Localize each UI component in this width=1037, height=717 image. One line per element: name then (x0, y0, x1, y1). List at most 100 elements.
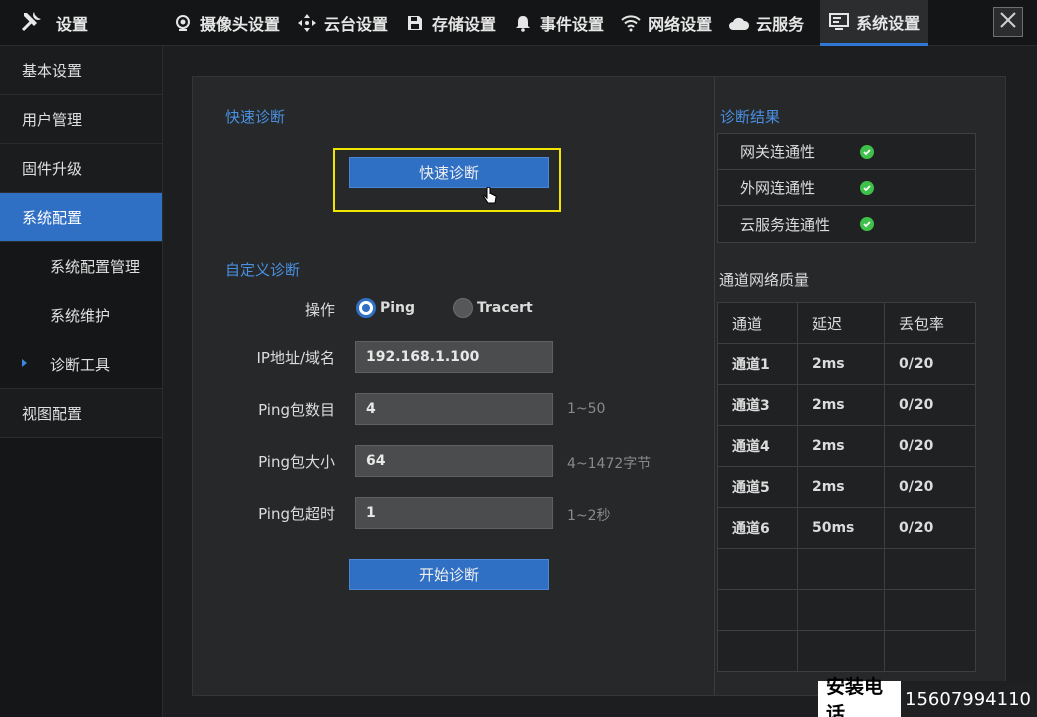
sidebar-item-label: 视图配置 (22, 404, 83, 423)
tab-cloud-label: 云服务 (756, 15, 805, 34)
quick-diagnosis-button[interactable]: 快速诊断 (349, 157, 549, 188)
camera-icon (172, 12, 194, 34)
size-label: Ping包大小 (258, 453, 335, 471)
table-cell: 0/20 (884, 425, 976, 467)
table-row: 通道3 2ms 0/20 (717, 384, 976, 426)
sidebar-item-label: 系统配置 (22, 208, 83, 227)
size-input[interactable]: 64 (355, 445, 553, 477)
table-cell (884, 589, 976, 631)
table-row: 通道1 2ms 0/20 (717, 343, 976, 385)
table-cell (717, 548, 798, 590)
monitor-icon (828, 11, 850, 33)
table-cell (884, 548, 976, 590)
timeout-hint: 1~2秒 (567, 508, 611, 524)
start-diagnosis-button[interactable]: 开始诊断 (349, 559, 549, 590)
count-input[interactable]: 4 (355, 393, 553, 425)
tab-cloud[interactable]: 云服务 (728, 0, 812, 46)
operation-label: 操作 (304, 301, 335, 319)
size-hint: 4~1472字节 (567, 456, 652, 472)
count-label: Ping包数目 (258, 401, 335, 419)
sidebar-item-label: 系统维护 (50, 307, 111, 325)
check-icon (860, 144, 874, 159)
table-cell: 通道1 (717, 343, 798, 385)
sidebar-item-diagnostics[interactable]: 诊断工具 (0, 340, 162, 389)
tab-system-label: 系统设置 (856, 13, 921, 33)
radio-ping[interactable]: Ping (356, 298, 415, 318)
sidebar-item-maintenance[interactable]: 系统维护 (0, 291, 162, 340)
wifi-icon (620, 12, 642, 34)
top-nav: 摄像头设置 云台设置 存储设置 事件设置 网络设置 云服务 系统设置 (172, 0, 936, 46)
table-cell: 通道3 (717, 384, 798, 426)
tab-storage[interactable]: 存储设置 (404, 0, 504, 46)
sidebar-item-config-manage[interactable]: 系统配置管理 (0, 242, 162, 291)
top-bar: 设置 摄像头设置 云台设置 存储设置 事件设置 网络设置 云服务 系统设置 (0, 0, 1037, 46)
main-content: 快速诊断 快速诊断 自定义诊断 操作 Ping Tracert IP地址/域名 … (164, 47, 1037, 717)
sidebar-item-label: 系统配置管理 (50, 258, 141, 276)
table-cell: 50ms (796, 507, 886, 549)
sidebar: 基本设置 用户管理 固件升级 系统配置 系统配置管理 系统维护 诊断工具 视图配… (0, 46, 163, 717)
channel-quality-title: 通道网络质量 (719, 271, 810, 289)
tab-system[interactable]: 系统设置 (820, 0, 929, 46)
ip-label: IP地址/域名 (256, 349, 335, 367)
table-row: 通道5 2ms 0/20 (717, 466, 976, 508)
table-cell: 0/20 (884, 507, 976, 549)
sidebar-item-label: 诊断工具 (50, 355, 111, 374)
sidebar-item-label: 固件升级 (22, 159, 83, 178)
table-row (717, 589, 976, 631)
table-header-row: 通道 延迟 丢包率 (717, 302, 976, 344)
settings-brand: 设置 (20, 10, 88, 36)
install-phone-banner: 安装电话 15607994110 (818, 676, 1037, 717)
table-row: 通道4 2ms 0/20 (717, 425, 976, 467)
sidebar-item-view-config[interactable]: 视图配置 (0, 389, 162, 438)
close-button[interactable] (993, 7, 1023, 37)
column-header: 通道 (717, 302, 798, 344)
result-row-gateway: 网关连通性 (718, 134, 975, 170)
tools-icon (20, 9, 56, 37)
timeout-input[interactable]: 1 (355, 497, 553, 529)
table-cell (717, 589, 798, 631)
result-label: 云服务连通性 (740, 215, 831, 234)
close-icon (999, 11, 1017, 33)
table-cell: 0/20 (884, 343, 976, 385)
table-cell (796, 548, 886, 590)
phone-label: 安装电话 (818, 676, 902, 717)
hand-cursor-icon (482, 186, 498, 211)
table-cell (796, 589, 886, 631)
check-icon (860, 180, 874, 195)
table-cell: 通道5 (717, 466, 798, 508)
table-cell: 2ms (796, 425, 886, 467)
table-cell: 通道4 (717, 425, 798, 467)
tab-event[interactable]: 事件设置 (512, 0, 612, 46)
timeout-label: Ping包超时 (258, 505, 335, 523)
radio-selected-icon (356, 298, 376, 318)
phone-number: 15607994110 (901, 681, 1037, 717)
table-cell (796, 630, 886, 672)
cloud-icon (728, 12, 750, 34)
table-cell: 0/20 (884, 384, 976, 426)
radio-tracert[interactable]: Tracert (453, 298, 533, 318)
ptz-arrows-icon (296, 12, 318, 34)
table-cell: 2ms (796, 343, 886, 385)
result-label: 网关连通性 (740, 143, 816, 161)
table-cell: 通道6 (717, 507, 798, 549)
ip-input[interactable]: 192.168.1.100 (355, 341, 553, 373)
sidebar-item-users[interactable]: 用户管理 (0, 95, 162, 144)
tab-network[interactable]: 网络设置 (620, 0, 720, 46)
quick-diagnosis-title: 快速诊断 (225, 108, 286, 126)
result-row-internet: 外网连通性 (718, 170, 975, 206)
result-row-cloud: 云服务连通性 (718, 206, 975, 242)
radio-unselected-icon (453, 298, 473, 318)
table-cell (717, 630, 798, 672)
tab-camera[interactable]: 摄像头设置 (172, 0, 288, 46)
caret-right-icon (22, 359, 27, 367)
count-hint: 1~50 (567, 401, 606, 417)
tab-ptz[interactable]: 云台设置 (296, 0, 396, 46)
sidebar-item-system-config[interactable]: 系统配置 (0, 193, 162, 242)
column-header: 丢包率 (884, 302, 976, 344)
channel-quality-table: 通道 延迟 丢包率 通道1 2ms 0/20 通道3 2ms 0/20 通道4 … (717, 302, 976, 672)
table-cell (884, 630, 976, 672)
tab-storage-label: 存储设置 (432, 15, 497, 34)
radio-ping-label: Ping (380, 300, 416, 316)
sidebar-item-firmware[interactable]: 固件升级 (0, 144, 162, 193)
sidebar-item-basic[interactable]: 基本设置 (0, 46, 162, 95)
